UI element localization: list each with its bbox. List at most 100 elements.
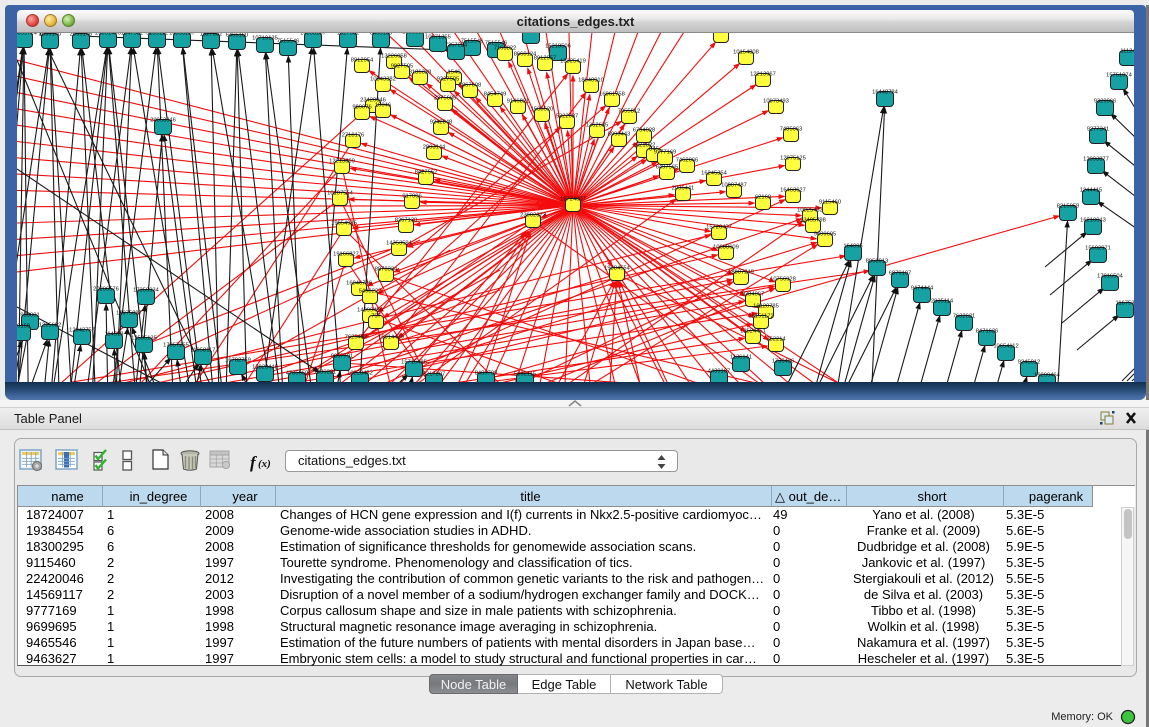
svg-text:6466160: 6466160 [226, 33, 249, 39]
svg-text:20206576: 20206576 [93, 287, 119, 293]
svg-text:1527602: 1527602 [200, 33, 223, 38]
svg-text:15716485: 15716485 [401, 360, 427, 366]
svg-text:989076: 989076 [352, 105, 371, 111]
svg-text:917006: 917006 [402, 194, 421, 200]
svg-text:10107554: 10107554 [327, 191, 354, 197]
svg-text:17016504: 17016504 [1097, 274, 1124, 280]
svg-text:14353594: 14353594 [386, 241, 413, 247]
svg-text:11124: 11124 [1120, 49, 1134, 55]
svg-text:17359934: 17359934 [133, 288, 160, 294]
svg-text:18640910: 18640910 [578, 78, 604, 84]
svg-text:13524451: 13524451 [740, 329, 766, 335]
svg-text:9242848: 9242848 [430, 120, 453, 126]
svg-text:9474444: 9474444 [911, 286, 934, 292]
svg-text:f: f [250, 453, 258, 472]
svg-text:3375685: 3375685 [434, 96, 457, 102]
svg-text:15218506: 15218506 [545, 44, 571, 50]
svg-text:12823448: 12823448 [252, 365, 278, 371]
svg-text:2718176: 2718176 [342, 133, 365, 139]
svg-text:2099140: 2099140 [39, 33, 62, 38]
svg-text:10654112: 10654112 [993, 344, 1018, 350]
svg-text:2099146: 2099146 [70, 33, 93, 38]
svg-text:39159: 39159 [17, 324, 30, 330]
svg-text:9329966: 9329966 [1094, 99, 1117, 105]
svg-text:15751074: 15751074 [1106, 73, 1133, 79]
svg-text:1733426: 1733426 [772, 359, 795, 365]
svg-text:9657791: 9657791 [331, 354, 354, 360]
svg-text:8878334: 8878334 [375, 267, 398, 273]
svg-text:8427552: 8427552 [415, 170, 438, 176]
svg-text:19975887: 19975887 [116, 311, 142, 317]
svg-text:6497565: 6497565 [656, 165, 679, 171]
svg-text:6794028: 6794028 [633, 128, 656, 134]
svg-text:19384554: 19384554 [604, 266, 631, 272]
svg-text:6466160: 6466160 [370, 33, 393, 37]
svg-text:2935114: 2935114 [931, 299, 954, 305]
svg-text:9146821: 9146821 [507, 99, 530, 105]
svg-text:10688609: 10688609 [713, 245, 739, 251]
svg-text:14055714: 14055714 [17, 33, 38, 37]
svg-text:12093877: 12093877 [1083, 157, 1109, 163]
svg-text:10553287: 10553287 [300, 33, 326, 37]
svg-text:2867608: 2867608 [459, 83, 482, 89]
svg-text:9135112: 9135112 [146, 33, 168, 37]
svg-text:16782759: 16782759 [225, 358, 251, 364]
svg-text:10973493: 10973493 [763, 99, 789, 105]
svg-text:(x): (x) [258, 458, 271, 470]
svg-text:5682115: 5682115 [514, 372, 536, 378]
svg-text:164095: 164095 [843, 244, 862, 250]
svg-text:2036441: 2036441 [672, 186, 695, 192]
svg-text:10228452: 10228452 [347, 371, 373, 377]
svg-text:12942757: 12942757 [69, 328, 95, 334]
svg-text:1215682: 1215682 [39, 323, 62, 329]
svg-text:7955812: 7955812 [618, 109, 641, 115]
svg-text:16046796: 16046796 [346, 281, 372, 287]
svg-text:8186328: 8186328 [409, 70, 432, 76]
svg-text:16448784: 16448784 [872, 90, 899, 96]
svg-text:16151172: 16151172 [748, 314, 773, 320]
svg-text:5322037: 5322037 [556, 114, 579, 120]
svg-text:11958117: 11958117 [191, 348, 216, 354]
svg-text:9115460: 9115460 [819, 200, 841, 206]
svg-text:16245354: 16245354 [701, 171, 728, 177]
svg-text:8912954: 8912954 [351, 58, 374, 64]
svg-text:19654935: 19654935 [331, 221, 357, 227]
svg-text:7462066: 7462066 [676, 158, 699, 164]
svg-text:4439167: 4439167 [708, 369, 731, 375]
svg-text:4735650: 4735650 [286, 371, 309, 377]
svg-text:252214: 252214 [766, 337, 786, 343]
svg-text:6879197: 6879197 [889, 271, 912, 277]
svg-text:7632621: 7632621 [953, 314, 976, 320]
svg-text:10553287: 10553287 [169, 33, 195, 37]
svg-text:1347582: 1347582 [121, 33, 144, 37]
svg-text:1362635: 1362635 [586, 123, 609, 129]
svg-text:7515546: 7515546 [277, 39, 300, 45]
svg-text:10756928: 10756928 [770, 277, 796, 283]
svg-text:8912957: 8912957 [534, 56, 557, 62]
svg-text:10025433: 10025433 [797, 208, 823, 214]
svg-text:9699695: 9699695 [814, 232, 837, 238]
svg-text:1136141: 1136141 [730, 355, 752, 361]
svg-text:19166827: 19166827 [333, 252, 359, 258]
svg-text:1546: 1546 [448, 70, 461, 76]
svg-text:9777169: 9777169 [654, 150, 677, 156]
svg-text:16914479: 16914479 [378, 335, 404, 341]
svg-text:2803144: 2803144 [423, 145, 446, 151]
svg-text:7485063: 7485063 [780, 127, 803, 133]
svg-text:18807249: 18807249 [728, 270, 754, 276]
svg-text:116753: 116753 [1116, 301, 1134, 307]
svg-text:9327505: 9327505 [437, 77, 460, 83]
svg-text:9277341: 9277341 [1087, 127, 1110, 133]
svg-text:16033809: 16033809 [402, 33, 428, 36]
svg-text:8471626: 8471626 [976, 329, 999, 335]
svg-text:1244415: 1244415 [1080, 188, 1103, 194]
svg-text:8489709: 8489709 [475, 371, 498, 377]
svg-text:10543382: 10543382 [370, 77, 396, 83]
svg-text:10046: 10046 [375, 103, 391, 109]
svg-text:16120785: 16120785 [753, 304, 779, 310]
svg-text:1588520: 1588520 [531, 107, 554, 113]
svg-text:7625402: 7625402 [345, 335, 368, 341]
svg-text:13325419: 13325419 [560, 59, 586, 65]
svg-text:5498222: 5498222 [359, 289, 382, 295]
svg-text:29053346: 29053346 [150, 118, 176, 124]
